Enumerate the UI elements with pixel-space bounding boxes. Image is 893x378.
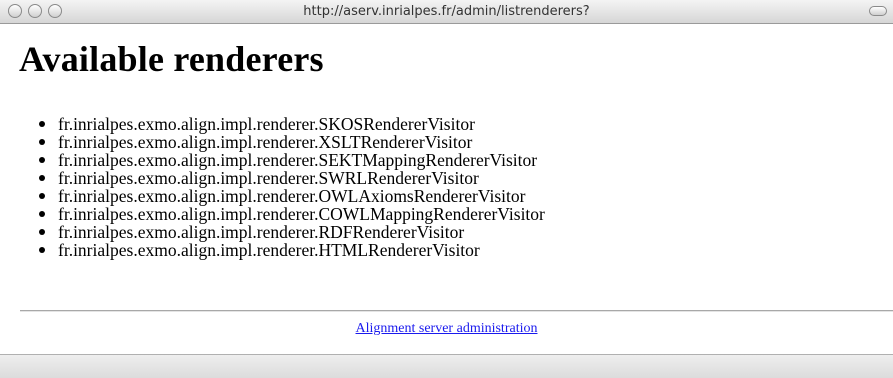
renderer-name: fr.inrialpes.exmo.align.impl.renderer.OW… [58, 186, 526, 206]
list-item: fr.inrialpes.exmo.align.impl.renderer.CO… [39, 204, 545, 224]
window-title-url: http://aserv.inrialpes.fr/admin/listrend… [303, 4, 590, 19]
renderer-name: fr.inrialpes.exmo.align.impl.renderer.SE… [58, 150, 538, 170]
bullet-icon [39, 247, 45, 253]
renderer-list: fr.inrialpes.exmo.align.impl.renderer.SK… [39, 114, 545, 260]
renderer-name: fr.inrialpes.exmo.align.impl.renderer.CO… [58, 204, 545, 224]
renderer-name: fr.inrialpes.exmo.align.impl.renderer.HT… [58, 240, 480, 260]
bullet-icon [39, 193, 45, 199]
window-titlebar: http://aserv.inrialpes.fr/admin/listrend… [0, 0, 893, 24]
bullet-icon [39, 157, 45, 163]
page-title: Available renderers [19, 39, 324, 79]
renderer-name: fr.inrialpes.exmo.align.impl.renderer.SW… [58, 168, 479, 188]
list-item: fr.inrialpes.exmo.align.impl.renderer.HT… [39, 240, 545, 260]
list-item: fr.inrialpes.exmo.align.impl.renderer.XS… [39, 132, 545, 152]
renderer-name: fr.inrialpes.exmo.align.impl.renderer.SK… [58, 114, 475, 134]
renderer-name: fr.inrialpes.exmo.align.impl.renderer.RD… [58, 222, 465, 242]
bullet-icon [39, 211, 45, 217]
toolbar-toggle-icon[interactable] [869, 6, 887, 16]
horizontal-divider [20, 310, 893, 312]
list-item: fr.inrialpes.exmo.align.impl.renderer.OW… [39, 186, 545, 206]
bullet-icon [39, 175, 45, 181]
status-bar [0, 354, 893, 378]
bullet-icon [39, 139, 45, 145]
admin-link[interactable]: Alignment server administration [356, 321, 538, 336]
list-item: fr.inrialpes.exmo.align.impl.renderer.RD… [39, 222, 545, 242]
bullet-icon [39, 229, 45, 235]
list-item: fr.inrialpes.exmo.align.impl.renderer.SK… [39, 114, 545, 134]
bullet-icon [39, 121, 45, 127]
renderer-name: fr.inrialpes.exmo.align.impl.renderer.XS… [58, 132, 473, 152]
page-content: Available renderers fr.inrialpes.exmo.al… [0, 24, 893, 354]
list-item: fr.inrialpes.exmo.align.impl.renderer.SW… [39, 168, 545, 188]
footer: Alignment server administration [0, 321, 893, 337]
list-item: fr.inrialpes.exmo.align.impl.renderer.SE… [39, 150, 545, 170]
